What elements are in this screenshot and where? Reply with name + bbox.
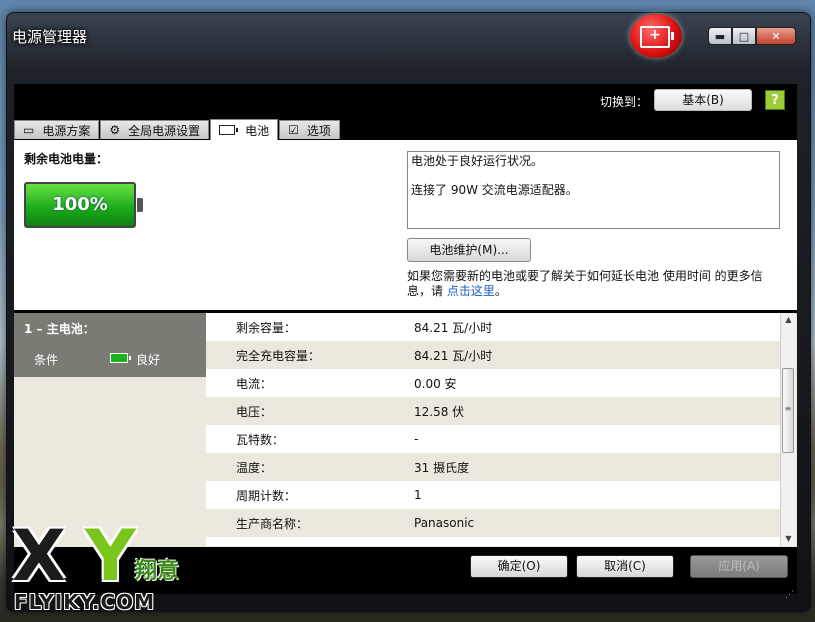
minimize-button[interactable]: ▬ [708,27,732,45]
close-button[interactable]: ✕ [756,27,796,45]
condition-label: 条件 [34,353,59,367]
maximize-button[interactable]: □ [732,27,756,45]
table-row: 剩余容量： 84.21 瓦/小时 [206,313,780,341]
switch-to-label: 切换到： [600,95,649,109]
detail-label: 温度： [236,460,273,475]
battery-condition-icon [110,353,131,363]
battery-details-table: 剩余容量： 84.21 瓦/小时 完全充电容量： 84.21 瓦/小时 电流： 0.0… [206,313,780,546]
tab-global-settings[interactable]: ⚙ 全局电源设置 [100,120,210,139]
detail-value: 84.21 瓦/小时 [414,348,493,363]
window-title: 电源管理器 [12,28,88,46]
detail-label: 完全充电容量： [236,348,321,363]
detail-label: 周期计数： [236,488,297,503]
switch-basic-button[interactable]: 基本(B) [654,89,752,111]
table-row: 周期计数： 1 [206,481,780,509]
watermark-y: Y [85,515,136,597]
table-row: 瓦特数： - [206,425,780,453]
tab-battery[interactable]: 电池 [210,119,279,140]
tab-power-plan[interactable]: ▭ 电源方案 [14,120,100,139]
table-row: 电流： 0.00 安 [206,369,780,397]
tab-label: 电源方案 [42,123,91,138]
window-controls: ▬ □ ✕ [708,27,796,45]
detail-value: - [414,432,419,446]
detail-value: 84.21 瓦/小时 [414,320,493,335]
condition-value: 良好 [136,353,161,367]
checkbox-icon: ☑ [288,123,299,137]
detail-label: 电流： [236,376,273,391]
battery-icon [219,125,239,135]
detail-label: 生产商名称： [236,516,309,531]
help-icon[interactable]: ? [765,90,785,110]
table-row: 生产商名称： Panasonic [206,509,780,537]
detail-value: 31 摄氏度 [414,460,470,475]
info-text-suffix: 。 [494,284,507,298]
scroll-down-arrow-icon[interactable]: ▼ [781,532,796,546]
status-health: 电池处于良好运行状况。 [411,154,544,168]
power-manager-battery-icon: + [630,14,682,58]
battery-info-text: 如果您需要新的电池或要了解关于如何延长电池 使用时间 的更多信息，请 点击这里。 [407,269,779,299]
detail-value: 1 [414,488,422,502]
tab-label: 全局电源设置 [128,123,201,138]
watermark-x: X [12,515,66,597]
tab-label: 电池 [245,123,270,138]
detail-label: 剩余容量： [236,320,297,335]
ok-button[interactable]: 确定(O) [470,555,568,578]
tab-bar: ▭ 电源方案 ⚙ 全局电源设置 电池 ☑ 选项 [14,119,341,140]
main-battery-title: 1 – 主电池： [24,322,95,336]
battery-percent: 100% [52,194,108,215]
watermark-url: FLYIKY.COM [14,590,156,614]
cancel-button[interactable]: 取消(C) [576,555,674,578]
gear-icon: ⚙ [109,123,121,137]
details-scrollbar[interactable]: ▲ ≡ ▼ [780,313,796,546]
power-plan-icon: ▭ [23,123,35,137]
scroll-up-arrow-icon[interactable]: ▲ [781,313,796,327]
detail-label: 电压： [236,404,273,419]
detail-value: 12.58 伏 [414,404,465,419]
battery-status-box: 电池处于良好运行状况。 连接了 90W 交流电源适配器。 [407,151,780,229]
table-row: 温度： 31 摄氏度 [206,453,780,481]
resize-grip-icon[interactable]: ⋰ [785,590,797,602]
scrollbar-thumb[interactable]: ≡ [782,368,794,453]
apply-button[interactable]: 应用(A) [690,555,788,578]
table-row: 完全充电容量： 84.21 瓦/小时 [206,341,780,369]
battery-level-icon: 100% [24,182,143,228]
detail-value: Panasonic [414,516,475,530]
watermark-cn: 翔意 [135,559,180,584]
status-adapter: 连接了 90W 交流电源适配器。 [411,183,578,197]
detail-value: 0.00 安 [414,376,457,391]
click-here-link[interactable]: 点击这里 [447,284,495,298]
battery-maintenance-button[interactable]: 电池维护(M)... [407,238,531,262]
remaining-charge-label: 剩余电池电量： [24,152,109,166]
tab-label: 选项 [306,123,331,138]
tab-options[interactable]: ☑ 选项 [279,120,340,139]
table-row: 电压： 12.58 伏 [206,397,780,425]
detail-label: 瓦特数： [236,432,285,447]
